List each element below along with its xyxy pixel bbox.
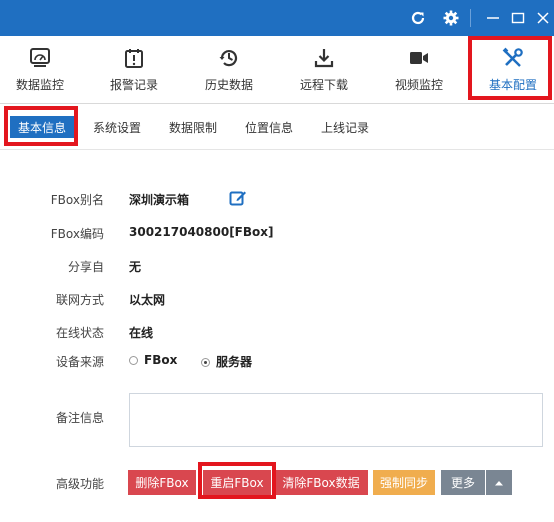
network-label: 联网方式 [55,293,104,307]
nav-label: 历史数据 [204,78,253,92]
monitor-icon [28,46,52,70]
nav-history-data[interactable]: 历史数据 [184,36,274,104]
highlight-box-basic-config [468,36,552,100]
titlebar-separator [470,9,471,27]
tab-data-limits[interactable]: 数据限制 [164,116,222,138]
code-label: FBox编码 [50,227,104,241]
delete-fbox-button[interactable]: 删除FBox [128,470,196,495]
clear-fbox-data-button[interactable]: 清除FBox数据 [274,470,368,495]
network-value: 以太网 [129,293,166,307]
notes-label: 备注信息 [55,411,104,425]
close-icon[interactable] [532,7,554,29]
refresh-icon[interactable] [407,7,429,29]
tab-online-records[interactable]: 上线记录 [316,116,374,138]
notes-textarea[interactable] [129,393,543,447]
source-option-server[interactable]: 服务器 [201,353,252,370]
source-label: 设备来源 [55,355,104,369]
alias-label: FBox别名 [50,193,104,207]
status-label: 在线状态 [55,326,104,340]
title-bar [0,0,554,36]
radio-fbox[interactable] [129,356,138,365]
highlight-box-restart [198,462,276,499]
nav-label: 视频监控 [394,78,443,92]
nav-alarm-records[interactable]: 报警记录 [89,36,179,104]
radio-label: FBox [144,353,178,367]
gear-icon[interactable] [440,7,462,29]
share-value: 无 [129,260,142,274]
more-button[interactable]: 更多 [441,470,485,495]
nav-label: 远程下载 [299,78,348,92]
download-icon [312,46,336,70]
alarm-icon [122,46,146,70]
video-icon [407,46,431,70]
history-icon [217,46,241,70]
code-value: 300217040800[FBox] [129,225,274,239]
nav-label: 数据监控 [15,78,64,92]
nav-remote-download[interactable]: 远程下载 [279,36,369,104]
share-label: 分享自 [67,260,104,274]
radio-server[interactable] [201,358,210,367]
caret-up-icon [495,480,503,485]
nav-video-monitor[interactable]: 视频监控 [374,36,464,104]
force-sync-button[interactable]: 强制同步 [373,470,435,495]
edit-icon[interactable] [229,189,247,211]
nav-data-monitor[interactable]: 数据监控 [0,36,85,104]
source-option-fbox[interactable]: FBox [129,353,177,367]
maximize-icon[interactable] [507,7,529,29]
radio-label: 服务器 [216,355,253,369]
tab-system-settings[interactable]: 系统设置 [88,116,146,138]
tab-location-info[interactable]: 位置信息 [240,116,298,138]
sub-tabs: 基本信息 系统设置 数据限制 位置信息 上线记录 [0,104,554,150]
alias-value: 深圳演示箱 [129,193,190,207]
status-value: 在线 [129,326,154,340]
nav-label: 报警记录 [109,78,158,92]
basic-info-panel: FBox别名 深圳演示箱 FBox编码 300217040800[FBox] 分… [0,150,554,522]
advanced-label: 高级功能 [55,477,104,491]
more-dropdown-toggle[interactable] [486,470,512,495]
highlight-box-basic-info [4,106,78,146]
minimize-icon[interactable] [482,7,504,29]
